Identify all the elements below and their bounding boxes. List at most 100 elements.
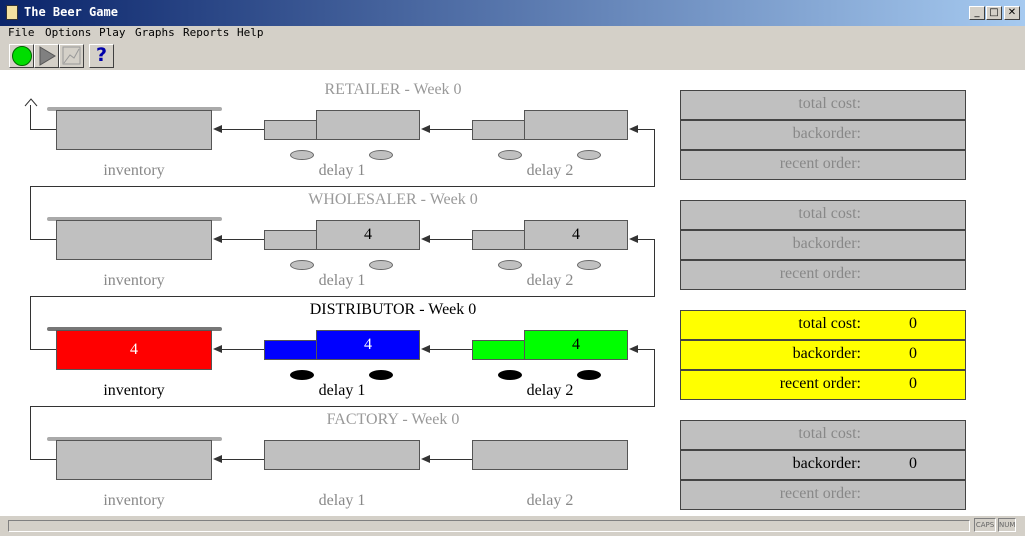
delay2-label: delay 2	[526, 272, 574, 289]
stat-value: 0	[909, 375, 917, 392]
shipment-oval	[577, 370, 601, 380]
shipment-oval	[577, 150, 601, 160]
stat-value: 0	[909, 455, 917, 472]
retailer-recent-order: recent order:	[680, 150, 966, 180]
flow-arrow-line	[430, 459, 472, 460]
delay2-label: delay 2	[526, 492, 574, 509]
minimize-button[interactable]: _	[969, 6, 985, 20]
beer-icon	[6, 5, 18, 20]
shipment-oval	[290, 370, 314, 380]
retailer-delay2-box[interactable]	[524, 110, 628, 140]
distributor-delay2-box[interactable]: 4	[524, 330, 628, 360]
flow-arrow-line	[638, 349, 655, 350]
factory-delay1-box[interactable]	[264, 440, 420, 470]
green-circle-icon	[12, 46, 32, 66]
wholesaler-delay1-small-box	[264, 230, 317, 250]
arrow-left-icon	[213, 455, 222, 463]
inventory-label: inventory	[103, 162, 165, 179]
menu-options[interactable]: Options	[45, 26, 91, 39]
retailer-inventory-box[interactable]	[56, 110, 212, 150]
distributor-delay2-small-box	[472, 340, 525, 360]
menu-help[interactable]: Help	[237, 26, 264, 39]
stat-label: recent order:	[779, 265, 861, 282]
stat-label: total cost:	[798, 95, 861, 112]
arrow-left-icon	[213, 235, 222, 243]
shipment-oval	[290, 150, 314, 160]
distributor-delay1-small-box	[264, 340, 317, 360]
wholesaler-inventory-box[interactable]	[56, 220, 212, 260]
menu-reports[interactable]: Reports	[183, 26, 229, 39]
connector-line	[30, 459, 56, 460]
wholesaler-total-cost: total cost:	[680, 200, 966, 230]
flow-arrow-line	[430, 239, 472, 240]
help-button[interactable]: ?	[89, 44, 114, 68]
distributor-total-cost: total cost: 0	[680, 310, 966, 340]
stage-title-factory: FACTORY - Week 0	[326, 411, 460, 428]
menu-file[interactable]: File	[8, 26, 35, 39]
wholesaler-recent-order: recent order:	[680, 260, 966, 290]
menu-bar: File Options Play Graphs Reports Help	[0, 26, 1025, 42]
shipment-oval	[577, 260, 601, 270]
stat-label: total cost:	[798, 315, 861, 332]
delay1-label: delay 1	[318, 272, 366, 289]
graph-button[interactable]	[59, 44, 84, 68]
shipment-oval	[498, 370, 522, 380]
wholesaler-delay1-box[interactable]: 4	[316, 220, 420, 250]
connector-line	[30, 296, 655, 297]
flow-arrow-line	[638, 239, 655, 240]
stat-label: total cost:	[798, 205, 861, 222]
menu-graphs[interactable]: Graphs	[135, 26, 175, 39]
maximize-button[interactable]: □	[986, 6, 1002, 20]
inventory-label: inventory	[103, 382, 165, 399]
arrow-left-icon	[421, 345, 430, 353]
close-button[interactable]: ✕	[1004, 6, 1020, 20]
factory-recent-order: recent order:	[680, 480, 966, 510]
shipment-oval	[290, 260, 314, 270]
distributor-recent-order: recent order: 0	[680, 370, 966, 400]
flow-arrow-line	[430, 129, 472, 130]
connector-line	[654, 129, 655, 187]
shipment-oval	[498, 260, 522, 270]
shipment-oval	[369, 150, 393, 160]
flow-arrow-line	[222, 349, 264, 350]
inventory-label: inventory	[103, 492, 165, 509]
stat-label: recent order:	[779, 375, 861, 392]
factory-backorder: backorder: 0	[680, 450, 966, 480]
stat-label: total cost:	[798, 425, 861, 442]
inventory-label: inventory	[103, 272, 165, 289]
shipment-oval	[498, 150, 522, 160]
connector-line	[654, 349, 655, 407]
arrow-left-icon	[213, 345, 222, 353]
distributor-delay1-box[interactable]: 4	[316, 330, 420, 360]
delay1-label: delay 1	[318, 492, 366, 509]
stat-value: 0	[909, 315, 917, 332]
factory-inventory-box[interactable]	[56, 440, 212, 480]
start-button[interactable]	[9, 44, 34, 68]
arrow-left-icon	[421, 455, 430, 463]
stat-label: recent order:	[779, 155, 861, 172]
window-title: The Beer Game	[24, 5, 118, 19]
num-indicator: NUM	[998, 518, 1016, 532]
factory-delay2-box[interactable]	[472, 440, 628, 470]
caps-indicator: CAPS	[974, 518, 996, 532]
wholesaler-delay2-small-box	[472, 230, 525, 250]
menu-play[interactable]: Play	[99, 26, 126, 39]
stat-value: 0	[909, 345, 917, 362]
distributor-inventory-box[interactable]: 4	[56, 330, 212, 370]
flow-arrow-line	[222, 239, 264, 240]
stage-title-distributor: DISTRIBUTOR - Week 0	[309, 301, 477, 318]
stat-label: backorder:	[792, 125, 861, 142]
retailer-delay1-small-box	[264, 120, 317, 140]
connector-line	[654, 239, 655, 297]
connector-line	[30, 239, 56, 240]
flow-arrow-line	[222, 129, 264, 130]
step-button[interactable]	[34, 44, 59, 68]
connector-line	[30, 349, 56, 350]
status-message-field	[8, 520, 970, 532]
stat-label: backorder:	[792, 345, 861, 362]
shipment-oval	[369, 370, 393, 380]
retailer-delay1-box[interactable]	[316, 110, 420, 140]
arrow-left-icon	[629, 345, 638, 353]
wholesaler-delay2-box[interactable]: 4	[524, 220, 628, 250]
graph-icon	[62, 46, 81, 65]
